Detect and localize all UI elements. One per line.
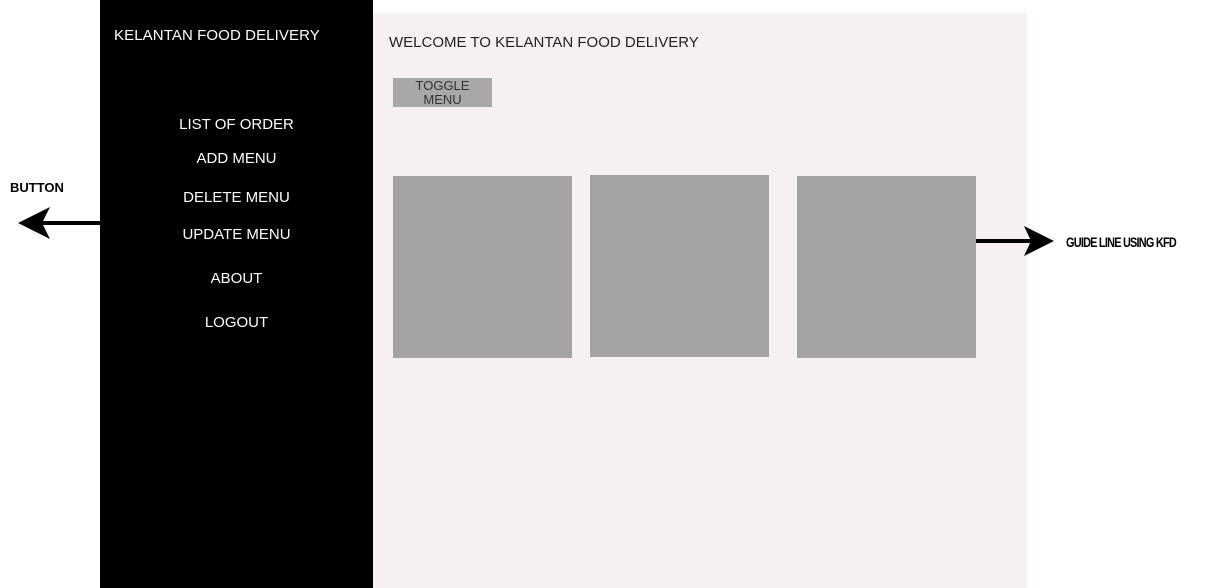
sidebar: KELANTAN FOOD DELIVERY LIST OF ORDER ADD… <box>100 0 373 588</box>
annotation-right-arrow-icon <box>976 226 1054 256</box>
nav-logout[interactable]: LOGOUT <box>100 314 373 331</box>
main-panel: WELCOME TO KELANTAN FOOD DELIVERY TOGGLE… <box>373 13 1027 588</box>
toggle-menu-label-line2: MENU <box>423 92 462 107</box>
annotation-guide-label: GUIDE LINE USING KFD <box>1066 234 1177 250</box>
annotation-button-label: BUTTON <box>10 180 64 195</box>
nav-delete-menu[interactable]: DELETE MENU <box>100 189 373 206</box>
welcome-heading: WELCOME TO KELANTAN FOOD DELIVERY <box>389 34 699 51</box>
toggle-menu-button[interactable]: TOGGLE MENU <box>393 78 492 107</box>
toggle-menu-label-line1: TOGGLE <box>415 78 470 93</box>
menu-card-2[interactable] <box>590 175 769 357</box>
sidebar-nav: LIST OF ORDER ADD MENU DELETE MENU UPDAT… <box>100 0 373 588</box>
nav-about[interactable]: ABOUT <box>100 270 373 287</box>
menu-card-1[interactable] <box>393 176 572 358</box>
menu-card-3[interactable] <box>797 176 976 358</box>
annotation-left-arrow-icon <box>18 207 116 239</box>
nav-list-of-order[interactable]: LIST OF ORDER <box>100 116 373 133</box>
nav-add-menu[interactable]: ADD MENU <box>100 150 373 167</box>
nav-update-menu[interactable]: UPDATE MENU <box>100 226 373 243</box>
